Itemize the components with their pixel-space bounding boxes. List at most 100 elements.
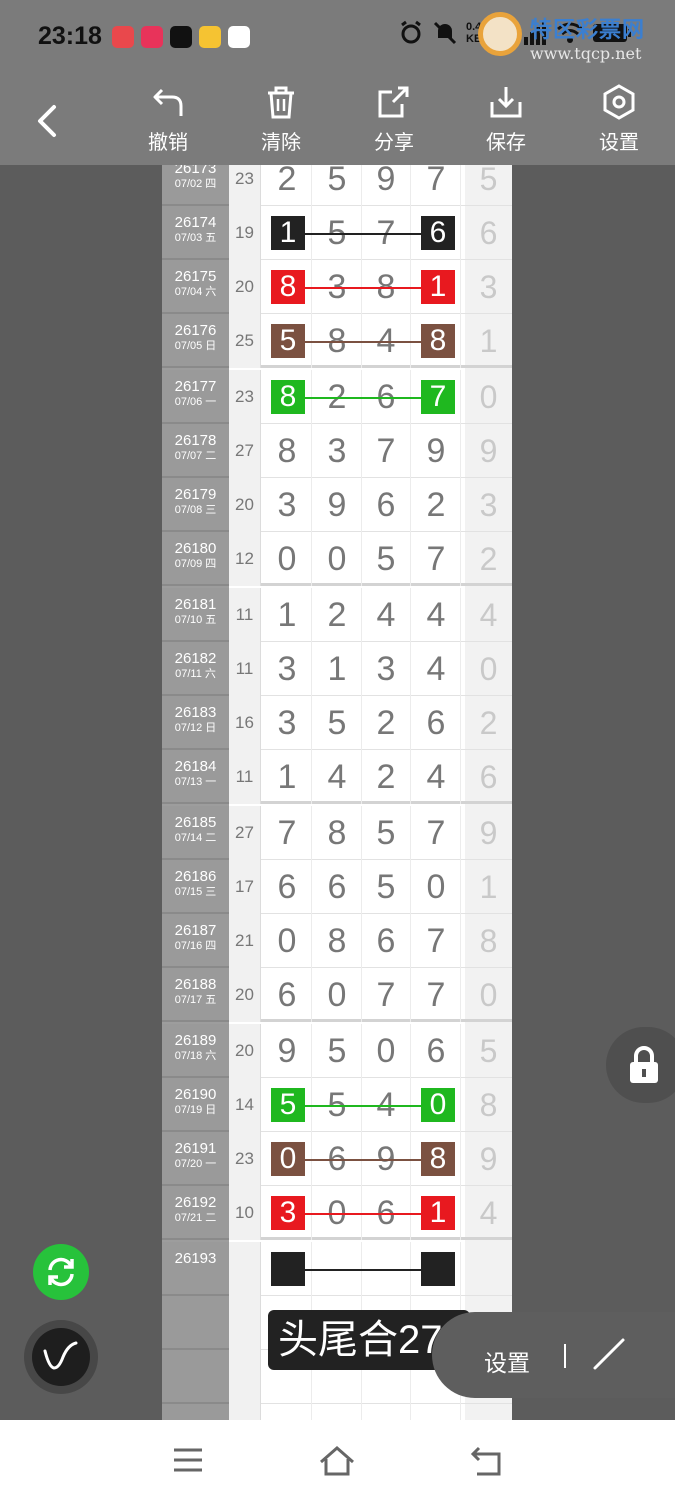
- digit-cell[interactable]: [313, 1404, 362, 1420]
- digit-cell[interactable]: 9: [313, 478, 362, 532]
- highlight-last-digit[interactable]: 1: [421, 1196, 455, 1230]
- digit-cell[interactable]: 7: [362, 424, 411, 478]
- digit-cell[interactable]: 7: [412, 968, 461, 1022]
- highlight-last-digit[interactable]: [421, 1252, 455, 1286]
- clear-button[interactable]: 清除: [241, 84, 321, 155]
- watermark-title: 特区彩票网: [530, 17, 646, 43]
- tail-cell: 3: [479, 269, 498, 305]
- highlight-last-digit[interactable]: 6: [421, 216, 455, 250]
- digit-cell[interactable]: 6: [263, 860, 312, 914]
- highlight-first-digit[interactable]: 5: [271, 1088, 305, 1122]
- digit-cell[interactable]: 7: [412, 914, 461, 968]
- digit-cell[interactable]: 7: [362, 968, 411, 1022]
- digit-cell[interactable]: 0: [263, 914, 312, 968]
- highlight-last-digit[interactable]: 1: [421, 270, 455, 304]
- digit-cell[interactable]: 5: [362, 532, 411, 586]
- highlight-first-digit[interactable]: 1: [271, 216, 305, 250]
- back-icon[interactable]: [467, 1442, 507, 1478]
- tail-cell: 8: [479, 923, 498, 959]
- period-cell: 26191 07/20 一: [162, 1132, 229, 1186]
- digit-cell[interactable]: 8: [313, 914, 362, 968]
- settings-button[interactable]: 设置: [579, 84, 659, 155]
- table-row: 2617607/05 日255848158: [162, 314, 512, 368]
- digit-cell[interactable]: 0: [362, 1024, 411, 1078]
- digit-cell[interactable]: 1: [313, 642, 362, 696]
- highlight-last-digit[interactable]: 7: [421, 380, 455, 414]
- digit-cell[interactable]: 0: [313, 968, 362, 1022]
- share-icon: [378, 86, 409, 118]
- highlight-first-digit[interactable]: 0: [271, 1142, 305, 1176]
- digit-cell[interactable]: 5: [362, 860, 411, 914]
- digit-cell[interactable]: 6: [412, 696, 461, 750]
- digit-cell[interactable]: 4: [412, 642, 461, 696]
- digit-cell[interactable]: 2: [263, 165, 312, 206]
- digit-cell[interactable]: 3: [263, 478, 312, 532]
- table-row: 26187 07/16 四 21 0 8 6 7 8: [162, 914, 512, 968]
- digit-cell[interactable]: 5: [313, 1024, 362, 1078]
- digit-cell[interactable]: 7: [263, 806, 312, 860]
- highlight-first-digit[interactable]: 5: [271, 324, 305, 358]
- line-tool-icon[interactable]: [589, 1334, 629, 1374]
- digit-cell[interactable]: 2: [362, 750, 411, 804]
- digit-cell[interactable]: 4: [412, 588, 461, 642]
- refresh-button[interactable]: [33, 1244, 89, 1300]
- home-icon[interactable]: [317, 1442, 357, 1478]
- digit-cell[interactable]: 9: [362, 165, 411, 206]
- digit-cell[interactable]: 8: [313, 806, 362, 860]
- digit-cell[interactable]: 7: [412, 532, 461, 586]
- digit-cell[interactable]: 0: [263, 532, 312, 586]
- digit-cell[interactable]: 4: [412, 750, 461, 804]
- digit-cell[interactable]: 1: [263, 750, 312, 804]
- digit-cell[interactable]: [263, 1404, 312, 1420]
- highlight-last-digit[interactable]: 0: [421, 1088, 455, 1122]
- digit-cell[interactable]: 3: [263, 696, 312, 750]
- sum-cell: [229, 1350, 261, 1404]
- digit-cell[interactable]: 7: [412, 806, 461, 860]
- digit-cell[interactable]: 7: [412, 165, 461, 206]
- digit-cell[interactable]: 2: [412, 478, 461, 532]
- digit-cell[interactable]: 9: [263, 1024, 312, 1078]
- digit-cell[interactable]: 6: [263, 968, 312, 1022]
- digit-cell[interactable]: 6: [313, 860, 362, 914]
- digit-cell[interactable]: 4: [313, 750, 362, 804]
- digit-cell[interactable]: 5: [362, 806, 411, 860]
- highlight-first-digit[interactable]: 3: [271, 1196, 305, 1230]
- digit-cell[interactable]: 3: [313, 424, 362, 478]
- sum-cell: [229, 1296, 261, 1350]
- digit-cell[interactable]: 4: [362, 588, 411, 642]
- lottery-chart-grid[interactable]: 2617307/02 四23259752617407/03 五191576616…: [162, 165, 512, 1420]
- highlight-first-digit[interactable]: [271, 1252, 305, 1286]
- digit-cell[interactable]: 6: [362, 478, 411, 532]
- signature-button[interactable]: [24, 1320, 98, 1394]
- pen-settings-label[interactable]: 设置: [484, 1344, 530, 1378]
- highlight-first-digit[interactable]: 8: [271, 270, 305, 304]
- undo-button[interactable]: 撤销: [128, 84, 208, 155]
- tail-cell: 1: [479, 323, 498, 359]
- digit-cell[interactable]: [412, 1404, 461, 1420]
- share-button[interactable]: 分享: [354, 84, 434, 155]
- digit-cell[interactable]: [362, 1404, 411, 1420]
- menu-icon[interactable]: [168, 1442, 208, 1478]
- highlight-first-digit[interactable]: 8: [271, 380, 305, 414]
- period-cell: 26173 07/02 四: [162, 165, 229, 206]
- digit-cell[interactable]: 1: [263, 588, 312, 642]
- highlight-last-digit[interactable]: 8: [421, 324, 455, 358]
- digit-cell[interactable]: 8: [263, 424, 312, 478]
- digit-cell[interactable]: 2: [362, 696, 411, 750]
- digit-cell[interactable]: 3: [362, 642, 411, 696]
- digit-cell[interactable]: 2: [313, 588, 362, 642]
- lock-button[interactable]: [606, 1027, 675, 1103]
- digit-cell[interactable]: 9: [412, 424, 461, 478]
- digit-cell[interactable]: 5: [313, 696, 362, 750]
- digit-cell[interactable]: 0: [412, 860, 461, 914]
- back-arrow-icon[interactable]: [30, 101, 64, 141]
- pen-settings-pill[interactable]: 设置: [432, 1312, 675, 1398]
- signature-button-inner: [32, 1328, 90, 1386]
- digit-cell[interactable]: 5: [313, 165, 362, 206]
- digit-cell[interactable]: 0: [313, 532, 362, 586]
- save-button[interactable]: 保存: [466, 84, 546, 155]
- digit-cell[interactable]: 3: [263, 642, 312, 696]
- digit-cell[interactable]: 6: [412, 1024, 461, 1078]
- digit-cell[interactable]: 6: [362, 914, 411, 968]
- highlight-last-digit[interactable]: 8: [421, 1142, 455, 1176]
